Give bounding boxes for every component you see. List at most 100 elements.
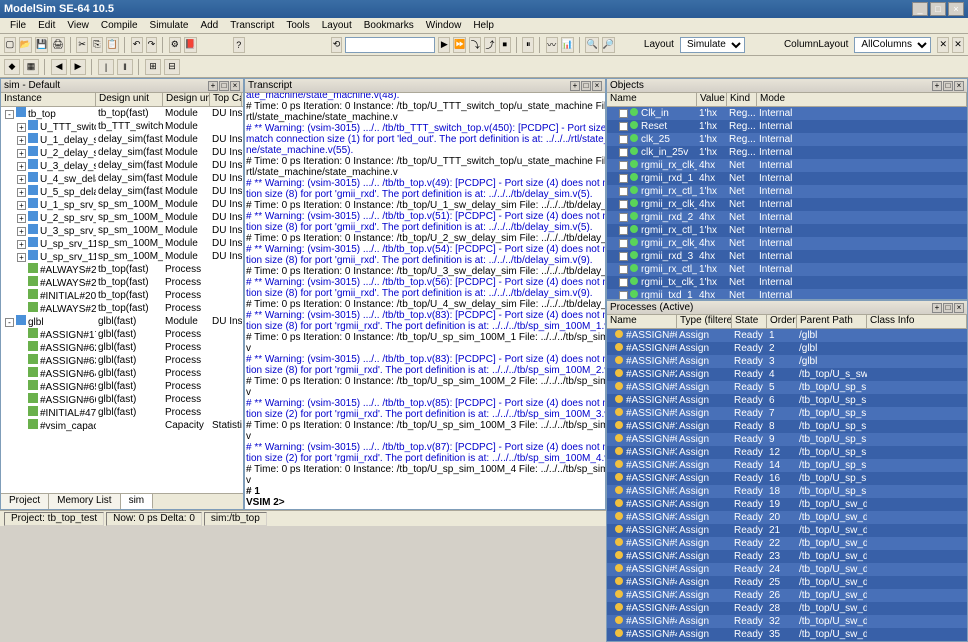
object-row[interactable]: +rgmii_rx_clk_24hxNetInternal — [607, 198, 967, 211]
tree-row[interactable]: +U_3_delay_simdelay_sim(fast)ModuleDU In… — [1, 159, 243, 172]
process-row[interactable]: #ASSIGN#340AssignReady18/tb_top/U_sp_s..… — [607, 485, 967, 498]
menu-edit[interactable]: Edit — [32, 20, 61, 31]
panel-max-icon[interactable]: □ — [219, 81, 229, 91]
step-icon[interactable]: ⤵ — [469, 37, 481, 53]
expand-icon[interactable]: + — [619, 213, 628, 222]
panel-close-icon[interactable]: × — [592, 81, 602, 91]
runall-icon[interactable]: ⏩ — [453, 37, 466, 53]
col-proc-name[interactable]: Name — [607, 315, 677, 328]
menu-layout[interactable]: Layout — [316, 20, 358, 31]
tree-row[interactable]: #vsim_capacity#CapacityStatistics — [1, 419, 243, 432]
tab-sim[interactable]: sim — [121, 494, 154, 509]
tree-row[interactable]: +U_1_delay_simdelay_sim(fast)ModuleDU In… — [1, 133, 243, 146]
objects-body[interactable]: +Clk_in1'hxReg...Internal+Reset1'hxReg..… — [607, 107, 967, 299]
process-row[interactable]: #ASSIGN#340AssignReady23/tb_top/U_sw_d..… — [607, 550, 967, 563]
expand-icon[interactable]: + — [619, 226, 628, 235]
help-icon[interactable]: ? — [233, 37, 245, 53]
col-obj-mode[interactable]: Mode — [757, 93, 967, 106]
process-row[interactable]: #ASSIGN#43AssignReady35/tb_top/U_sw_d... — [607, 628, 967, 641]
wave-icon[interactable]: 〰 — [546, 37, 558, 53]
tree-row[interactable]: #ASSIGN#62glbl(fast)Process — [1, 341, 243, 354]
col-proc-order[interactable]: Order — [767, 315, 797, 328]
expand-icon[interactable]: + — [17, 149, 26, 158]
col-designunit[interactable]: Design unit — [96, 93, 163, 106]
tree-row[interactable]: #ASSIGN#66glbl(fast)Process — [1, 393, 243, 406]
panel-max-icon[interactable]: □ — [943, 303, 953, 313]
collapse-icon[interactable]: ⊟ — [164, 59, 180, 75]
expand-icon[interactable]: + — [619, 135, 628, 144]
copy-icon[interactable]: ⎘ — [91, 37, 103, 53]
processes-body[interactable]: #ASSIGN#63AssignReady1/glbl#ASSIGN#62Ass… — [607, 329, 967, 641]
zoom-in-icon[interactable]: 🔍 — [585, 37, 598, 53]
break-icon[interactable]: ⏸ — [522, 37, 534, 53]
object-row[interactable]: +clk_in_25v1'hxReg...Internal — [607, 146, 967, 159]
tree-row[interactable]: #ALWAYS#275tb_top(fast)Process — [1, 302, 243, 315]
tree-row[interactable]: +U_sp_srv_110V_4sp_sm_100M_1(fast)Module… — [1, 250, 243, 263]
expand-icon[interactable]: - — [5, 318, 14, 327]
process-row[interactable]: #ASSIGN#339AssignReady14/tb_top/U_sp_s..… — [607, 459, 967, 472]
expand-icon[interactable]: + — [17, 240, 26, 249]
col-proc-parent[interactable]: Parent Path — [797, 315, 867, 328]
process-row[interactable]: #ASSIGN#63AssignReady1/glbl — [607, 329, 967, 342]
object-row[interactable]: +rgmii_rxd_24hxNetInternal — [607, 211, 967, 224]
x2-icon[interactable]: ✕ — [952, 37, 964, 53]
col-obj-kind[interactable]: Kind — [727, 93, 757, 106]
process-row[interactable]: #ASSIGN#340AssignReady19/tb_top/U_sw_d..… — [607, 498, 967, 511]
cursor1-icon[interactable]: | — [98, 59, 114, 75]
sim-tree[interactable]: -tb_toptb_top(fast)ModuleDU Insta+U_TTT_… — [1, 107, 243, 493]
process-row[interactable]: #ASSIGN#51AssignReady24/tb_top/U_sw_d... — [607, 563, 967, 576]
run-icon[interactable]: ▶ — [438, 37, 450, 53]
maximize-button[interactable]: □ — [930, 2, 946, 16]
panel-dock-icon[interactable]: + — [570, 81, 580, 91]
expand-icon[interactable]: ⊞ — [145, 59, 161, 75]
col-dutype[interactable]: Design unit type — [163, 93, 210, 106]
columnlayout-select[interactable]: AllColumns — [854, 37, 931, 53]
menu-tools[interactable]: Tools — [280, 20, 315, 31]
object-row[interactable]: +Reset1'hxReg...Internal — [607, 120, 967, 133]
tree-row[interactable]: +U_3_sp_srv_110V_2sp_sm_100M_1(fast)Modu… — [1, 224, 243, 237]
compile-icon[interactable]: ⚙ — [169, 37, 181, 53]
panel-max-icon[interactable]: □ — [581, 81, 591, 91]
object-row[interactable]: +rgmii_tx_clk_11'hxNetInternal — [607, 276, 967, 289]
menu-add[interactable]: Add — [194, 20, 224, 31]
process-row[interactable]: #ASSIGN#52AssignReady3/glbl — [607, 355, 967, 368]
tree-row[interactable]: -tb_toptb_top(fast)ModuleDU Insta — [1, 107, 243, 120]
tree-row[interactable]: +U_2_delay_simdelay_sim(fast)ModuleDU In… — [1, 146, 243, 159]
tree-row[interactable]: #ASSIGN#64glbl(fast)Process — [1, 367, 243, 380]
expand-icon[interactable]: + — [619, 265, 628, 274]
runtime-input[interactable] — [345, 37, 435, 53]
marker-icon[interactable]: ◆ — [4, 59, 20, 75]
stepover-icon[interactable]: ⤴ — [484, 37, 496, 53]
panel-close-icon[interactable]: × — [230, 81, 240, 91]
process-row[interactable]: #ASSIGN#52AssignReady5/tb_top/U_sp_s... — [607, 381, 967, 394]
process-row[interactable]: #ASSIGN#45AssignReady25/tb_top/U_sw_d... — [607, 576, 967, 589]
process-row[interactable]: #ASSIGN#53AssignReady6/tb_top/U_sp_s... — [607, 394, 967, 407]
tree-row[interactable]: +U_2_sp_srv_110V_1sp_sm_100M_1(fast)Modu… — [1, 211, 243, 224]
expand-icon[interactable]: + — [17, 214, 26, 223]
tree-row[interactable]: #ALWAYS#270tb_top(fast)Process — [1, 276, 243, 289]
save-icon[interactable]: 💾 — [35, 37, 48, 53]
expand-icon[interactable]: + — [619, 122, 628, 131]
transcript-body[interactable]: # Loading top.v task scheduler RAM and f… — [245, 93, 605, 509]
expand-icon[interactable]: + — [619, 239, 628, 248]
tree-row[interactable]: #ASSIGN#17glbl(fast)Process — [1, 328, 243, 341]
object-row[interactable]: +Clk_in1'hxReg...Internal — [607, 107, 967, 120]
tree-row[interactable]: #ASSIGN#65glbl(fast)Process — [1, 380, 243, 393]
expand-icon[interactable]: + — [17, 227, 26, 236]
object-row[interactable]: +rgmii_txd_14hxNetInternal — [607, 289, 967, 299]
process-row[interactable]: #ASSIGN#62AssignReady2/glbl — [607, 342, 967, 355]
nav-next-icon[interactable]: ▶ — [70, 59, 86, 75]
expand-icon[interactable]: + — [619, 161, 628, 170]
print-icon[interactable]: 🖨 — [51, 37, 64, 53]
tree-row[interactable]: #ASSIGN#63glbl(fast)Process — [1, 354, 243, 367]
expand-icon[interactable]: + — [17, 175, 26, 184]
tree-row[interactable]: #INITIAL#207// 2098.11..tb_top(fast)Proc… — [1, 289, 243, 302]
tab-memorylist[interactable]: Memory List — [49, 494, 120, 509]
menu-compile[interactable]: Compile — [95, 20, 144, 31]
close-button[interactable]: × — [948, 2, 964, 16]
expand-icon[interactable]: - — [5, 110, 14, 119]
menu-transcript[interactable]: Transcript — [224, 20, 280, 31]
expand-icon[interactable]: + — [619, 278, 628, 287]
open-icon[interactable]: 📂 — [19, 37, 32, 53]
expand-icon[interactable]: + — [619, 291, 628, 299]
